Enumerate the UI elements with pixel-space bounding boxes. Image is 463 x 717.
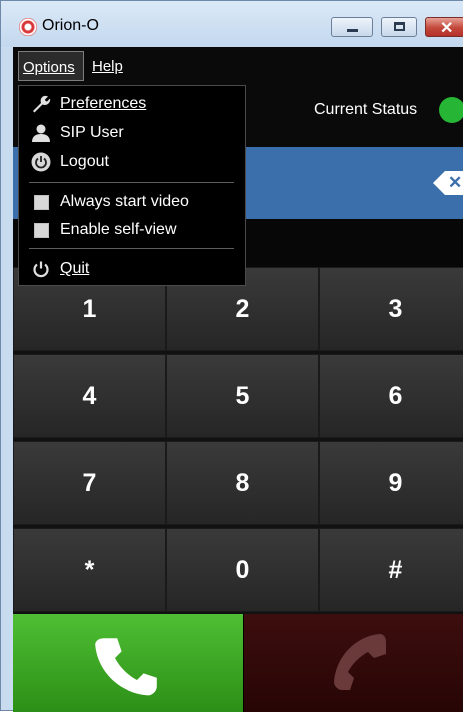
key-0-label: 0	[235, 555, 250, 584]
menu-item-preferences-label: Preferences	[60, 95, 147, 112]
key-4[interactable]: 4	[13, 354, 166, 438]
call-button[interactable]	[13, 614, 243, 712]
key-4-label: 4	[82, 381, 97, 410]
key-3[interactable]: 3	[319, 267, 463, 351]
key-7-label: 7	[82, 468, 97, 497]
status-label: Current Status	[314, 101, 418, 118]
enable-self-view-checkbox[interactable]	[34, 223, 49, 238]
menu-item-sip-user-label: SIP User	[60, 124, 124, 141]
menu-item-logout[interactable]: Logout	[19, 149, 245, 175]
key-5[interactable]: 5	[166, 354, 319, 438]
key-3-label: 3	[388, 294, 403, 323]
key-star-label: *	[84, 555, 95, 584]
key-8-label: 8	[235, 468, 250, 497]
key-hash-label: #	[388, 555, 403, 584]
window-title: Orion-O	[42, 17, 99, 34]
key-8[interactable]: 8	[166, 441, 319, 525]
phone-hangup-icon	[334, 634, 386, 690]
backspace-x-glyph: ✕	[448, 173, 463, 192]
menu-item-preferences[interactable]: Preferences	[19, 91, 245, 117]
minimize-button[interactable]	[331, 17, 373, 37]
phone-call-icon	[95, 638, 157, 696]
key-9[interactable]: 9	[319, 441, 463, 525]
wrench-icon	[33, 95, 51, 113]
key-hash[interactable]: #	[319, 528, 463, 612]
status-indicator[interactable]	[439, 97, 463, 123]
minimize-icon	[347, 29, 358, 32]
menu-options[interactable]: Options	[18, 51, 84, 81]
power-icon	[33, 261, 49, 278]
key-2-label: 2	[235, 294, 250, 323]
key-7[interactable]: 7	[13, 441, 166, 525]
key-6[interactable]: 6	[319, 354, 463, 438]
backspace-button[interactable]: ✕	[433, 171, 463, 195]
app-content: Options Help Current Status ✕ 1 2 3 4 5 …	[13, 47, 463, 712]
menu-item-sip-user[interactable]: SIP User	[19, 120, 245, 146]
menu-divider	[29, 248, 234, 249]
close-icon: ✕	[440, 20, 454, 37]
app-window: Orion-O ✕ Options Help Current Status ✕ …	[0, 0, 463, 712]
menu-item-quit[interactable]: Quit	[19, 256, 245, 282]
menu-bar: Options Help	[13, 47, 463, 85]
orion-logo-icon	[19, 18, 37, 36]
key-5-label: 5	[235, 381, 250, 410]
key-star[interactable]: *	[13, 528, 166, 612]
menu-item-always-start-video-label: Always start video	[60, 193, 189, 210]
keypad: 1 2 3 4 5 6 7 8 9 * 0 #	[13, 267, 463, 614]
menu-help[interactable]: Help	[88, 51, 128, 81]
title-bar[interactable]: Orion-O ✕	[1, 1, 463, 47]
menu-item-enable-self-view[interactable]: Enable self-view	[19, 217, 245, 243]
power-icon	[31, 152, 51, 172]
menu-item-enable-self-view-label: Enable self-view	[60, 221, 177, 238]
always-start-video-checkbox[interactable]	[34, 195, 49, 210]
menu-item-logout-label: Logout	[60, 153, 109, 170]
menu-item-quit-label: Quit	[60, 260, 90, 277]
maximize-icon	[394, 22, 405, 31]
key-9-label: 9	[388, 468, 403, 497]
menu-item-always-start-video[interactable]: Always start video	[19, 189, 245, 215]
key-1-label: 1	[82, 294, 97, 323]
menu-options-label: Options	[23, 59, 75, 76]
user-icon	[32, 124, 50, 142]
menu-divider	[29, 182, 234, 183]
maximize-button[interactable]	[381, 17, 417, 37]
options-dropdown-menu: Preferences SIP User Logout Always start…	[18, 85, 246, 286]
hangup-button[interactable]	[244, 614, 463, 712]
key-6-label: 6	[388, 381, 403, 410]
key-0[interactable]: 0	[166, 528, 319, 612]
close-button[interactable]: ✕	[425, 17, 463, 37]
menu-help-label: Help	[92, 58, 123, 75]
